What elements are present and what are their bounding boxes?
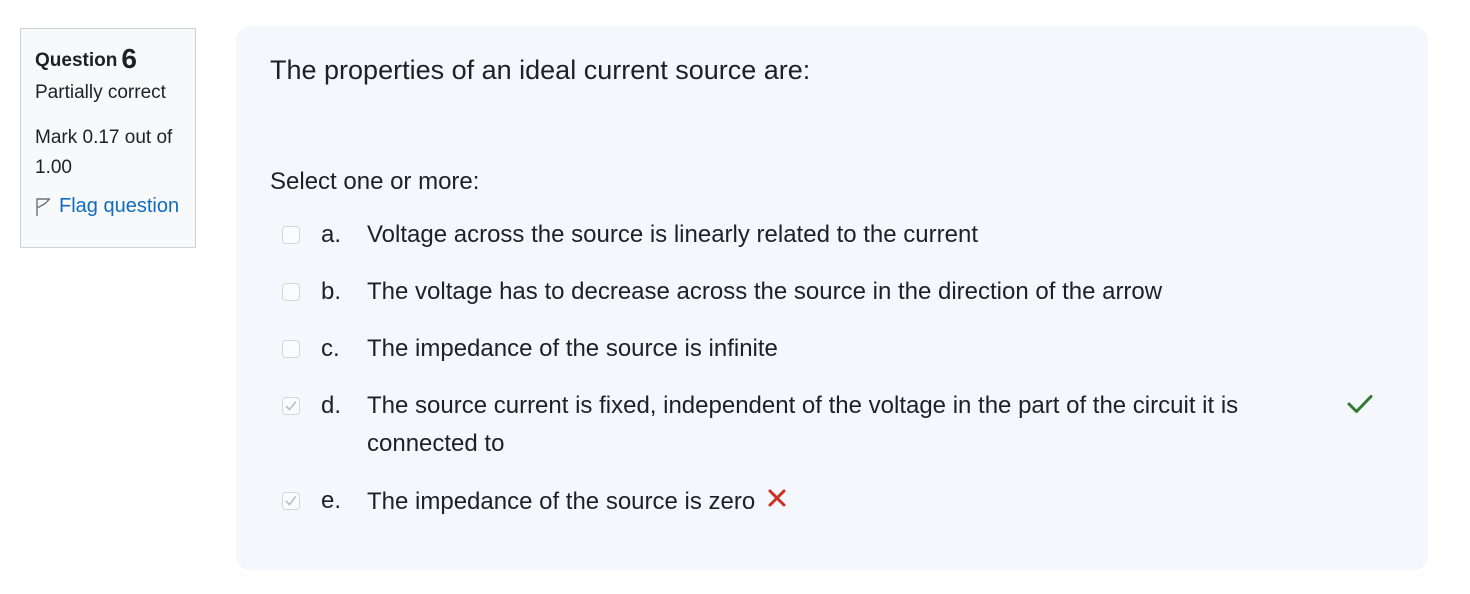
checkbox-checkmark-icon <box>285 401 297 411</box>
answer-text-c: The impedance of the source is infinite <box>367 335 778 362</box>
question-content-panel: The properties of an ideal current sourc… <box>236 26 1428 570</box>
answer-text-a: Voltage across the source is linearly re… <box>367 221 978 248</box>
correct-feedback <box>1346 393 1374 420</box>
answer-letter-c: c. <box>321 335 340 362</box>
answer-option-b[interactable]: b. The voltage has to decrease across th… <box>282 273 1392 311</box>
question-label: Question <box>35 50 118 71</box>
answer-option-d[interactable]: d. The source current is fixed, independ… <box>282 387 1392 463</box>
answer-checkbox-e[interactable] <box>282 492 300 510</box>
answer-letter-d: d. <box>321 392 342 419</box>
answer-letter-b: b. <box>321 278 342 305</box>
answer-option-e[interactable]: e. The impedance of the source is zero <box>282 482 1392 521</box>
question-number-heading: Question 6 <box>35 43 181 77</box>
answer-options: a. Voltage across the source is linearly… <box>282 216 1392 540</box>
answer-letter-a: a. <box>321 221 342 248</box>
cross-icon <box>768 489 786 507</box>
answer-text-e: The impedance of the source is zero <box>367 482 787 521</box>
question-number: 6 <box>121 43 137 74</box>
answer-prompt: Select one or more: <box>270 168 480 195</box>
flag-question-link[interactable]: Flag question <box>35 195 181 218</box>
grade-line-1: Mark 0.17 out of <box>35 127 173 148</box>
answer-text-b: The voltage has to decrease across the s… <box>367 278 1163 305</box>
flag-icon <box>36 197 51 216</box>
answer-checkbox-b[interactable] <box>282 283 300 301</box>
question-info-panel: Question 6 Partially correct Mark 0.17 ou… <box>20 28 196 248</box>
grade-line-2: 1.00 <box>35 157 72 178</box>
flag-question-label: Flag question <box>59 195 180 217</box>
question-grade: Mark 0.17 out of 1.00 <box>35 123 181 183</box>
checkbox-checkmark-icon <box>285 496 297 506</box>
answer-option-c[interactable]: c. The impedance of the source is infini… <box>282 330 1392 368</box>
answer-text-e-label: The impedance of the source is zero <box>367 488 756 515</box>
answer-letter-e: e. <box>321 487 342 514</box>
question-state: Partially correct <box>35 82 166 103</box>
answer-option-a[interactable]: a. Voltage across the source is linearly… <box>282 216 1392 254</box>
answer-text-d: The source current is fixed, independent… <box>367 392 1239 457</box>
answer-checkbox-c[interactable] <box>282 340 300 358</box>
answer-checkbox-d[interactable] <box>282 397 300 415</box>
question-text: The properties of an ideal current sourc… <box>270 55 811 85</box>
incorrect-feedback <box>767 482 787 520</box>
answer-checkbox-a[interactable] <box>282 226 300 244</box>
check-icon <box>1347 395 1373 413</box>
